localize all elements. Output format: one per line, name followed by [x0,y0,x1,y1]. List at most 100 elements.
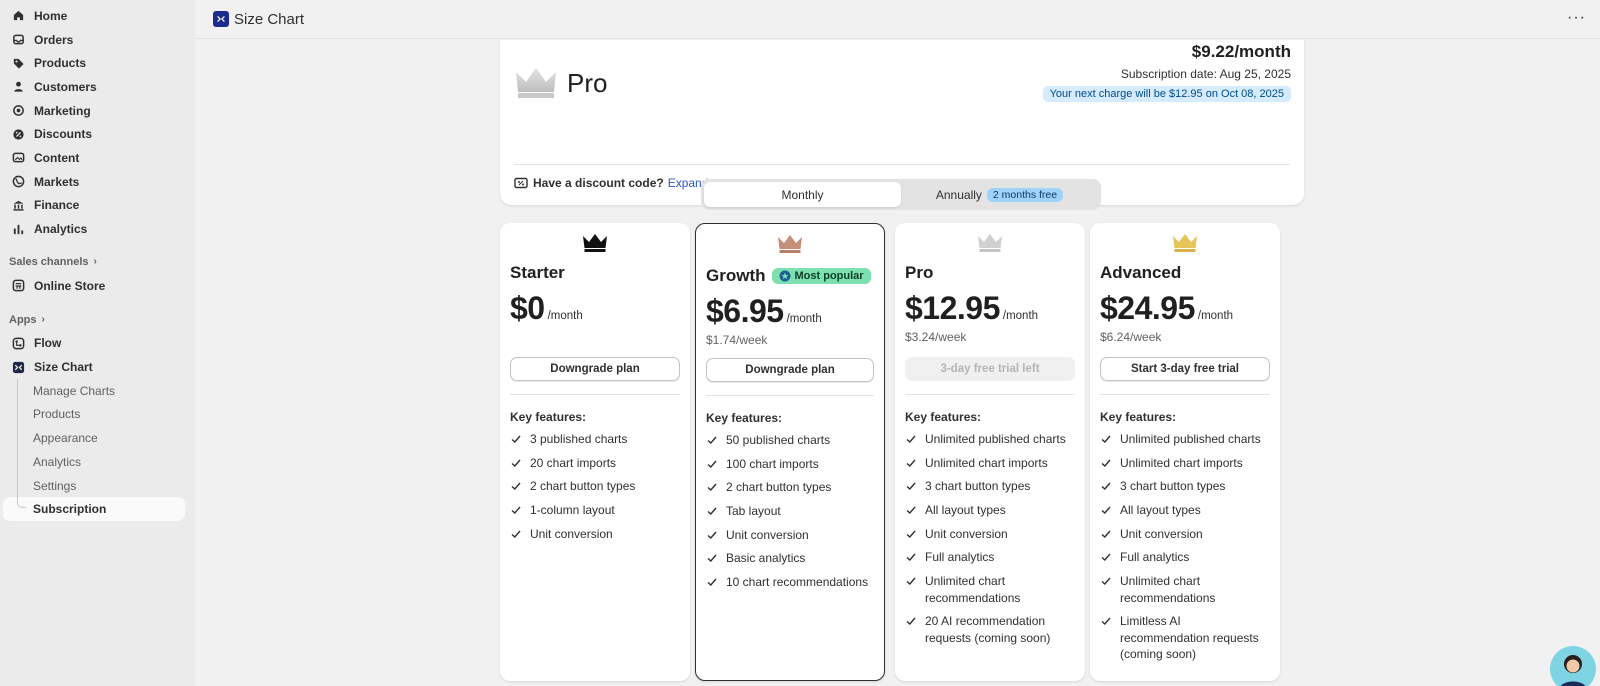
nav-content[interactable]: Content [0,146,195,170]
feature-text: Unlimited chart recommendations [1120,574,1216,605]
nav-online-store[interactable]: Online Store [0,274,195,298]
checkmark-icon [1101,482,1111,491]
feature-item: 50 published charts [706,432,876,449]
nav-label: Home [34,8,68,23]
bank-icon [11,198,25,212]
months-free-badge: 2 months free [986,187,1064,202]
crown-icon [696,234,884,254]
feature-text: Unlimited chart imports [1120,455,1243,470]
feature-list: 3 published charts 20 chart imports 2 char… [510,431,682,549]
subnav-subscription-label: Subscription [33,502,107,517]
plan-card-advanced: Advanced $24.95 /month $6.24/week Start … [1090,223,1280,681]
feature-item: 2 chart button types [706,479,876,496]
plan-price-amount: $0 [510,290,545,326]
support-chat-avatar[interactable] [1550,646,1596,686]
subnav-appearance[interactable]: Appearance [0,426,195,450]
nav-label: Flow [34,336,62,351]
nav-marketing[interactable]: Marketing [0,99,195,123]
divider [510,394,680,395]
nav-orders[interactable]: Orders [0,28,195,52]
plan-price-amount: $24.95 [1100,290,1195,326]
plan-name-text: Pro [905,263,934,282]
downgrade-plan-button[interactable]: Downgrade plan [706,358,874,382]
nav-label: Marketing [34,103,91,118]
crown-icon [895,233,1085,253]
discount-code-icon [514,176,528,190]
feature-text: Full analytics [1120,550,1190,565]
toggle-annually-label: Annually [935,187,982,202]
feature-list: Unlimited published charts Unlimited char… [1100,431,1272,670]
bar-chart-icon [11,222,25,236]
checkmark-icon [511,435,521,443]
feature-item: Unlimited chart imports [1100,455,1272,472]
nav-home[interactable]: Home [0,4,195,28]
checkmark-icon [707,436,717,444]
apps-header[interactable]: Apps › [0,308,195,332]
toggle-annually[interactable]: Annually 2 months free [901,182,1098,207]
feature-text: 10 chart recommendations [726,575,869,590]
plan-name-text: Growth [706,266,766,285]
billing-toggle: Monthly Annually 2 months free [701,179,1101,210]
nav-customers[interactable]: Customers [0,75,195,99]
subnav-products[interactable]: Products [0,403,195,427]
sales-channels-header[interactable]: Sales channels › [0,250,195,274]
feature-item: Basic analytics [706,550,876,567]
divider [706,395,874,396]
nav-analytics[interactable]: Analytics [0,217,195,241]
nav-discounts[interactable]: Discounts [0,122,195,146]
nav-label: Products [34,56,87,71]
checkmark-icon [1101,617,1111,626]
feature-text: All layout types [1120,503,1201,518]
divider [905,394,1075,395]
nav-label: Discounts [34,127,93,142]
feature-text: Limitless AI recommendation requests (co… [1120,614,1259,662]
toggle-monthly[interactable]: Monthly [704,182,901,207]
nav-label: Size Chart [34,360,93,375]
most-popular-badge: Most popular [771,268,871,284]
feature-text: 3 published charts [530,432,628,446]
subnav-subscription[interactable]: Subscription [3,497,185,522]
feature-text: Unit conversion [1120,526,1203,541]
nav-finance[interactable]: Finance [0,194,195,218]
plan-price: $12.95 /month [905,290,1038,327]
size-chart-app-icon [11,360,25,374]
plan-weekly-price: $1.74/week [706,333,768,347]
checkmark-icon [707,507,717,516]
feature-text: 2 chart button types [726,480,832,495]
plan-weekly-price: $6.24/week [1100,330,1162,344]
key-features-label: Key features: [510,410,587,424]
subnav-analytics[interactable]: Analytics [0,450,195,474]
checkmark-icon [1101,506,1111,515]
checkmark-icon [707,554,717,563]
nav-products[interactable]: Products [0,51,195,75]
key-features-label: Key features: [905,410,982,424]
plan-name: Pro [905,263,933,283]
inbox-icon [11,33,25,47]
nav-markets[interactable]: Markets [0,170,195,194]
feature-item: Full analytics [1100,549,1272,566]
feature-text: 50 published charts [726,433,831,447]
checkmark-icon [511,482,521,491]
checkmark-icon [1101,530,1111,538]
start-free-trial-button[interactable]: Start 3-day free trial [1100,357,1270,381]
subnav-manage-charts[interactable]: Manage Charts [0,379,195,403]
nav-size-chart[interactable]: Size Chart [0,355,195,379]
checkmark-icon [906,577,916,586]
plan-price-period: /month [547,310,583,322]
downgrade-plan-button[interactable]: Downgrade plan [510,357,680,381]
checkmark-icon [1101,435,1111,443]
sidebar: Home Orders Products Customers Marketing… [0,0,195,686]
checkmark-icon [1101,577,1111,586]
feature-text: Unlimited published charts [1120,432,1261,446]
size-chart-logo-icon [213,11,229,27]
nav-flow[interactable]: Flow [0,332,195,356]
checkmark-icon [1101,553,1111,562]
subnav-settings[interactable]: Settings [0,474,195,498]
feature-text: Tab layout [726,504,781,519]
feature-item: Unit conversion [1100,526,1272,543]
more-actions-icon[interactable]: ··· [1567,9,1586,27]
divider [514,164,1290,165]
checkmark-icon [906,435,916,443]
checkmark-icon [707,460,717,468]
feature-item: 3 published charts [510,431,682,448]
